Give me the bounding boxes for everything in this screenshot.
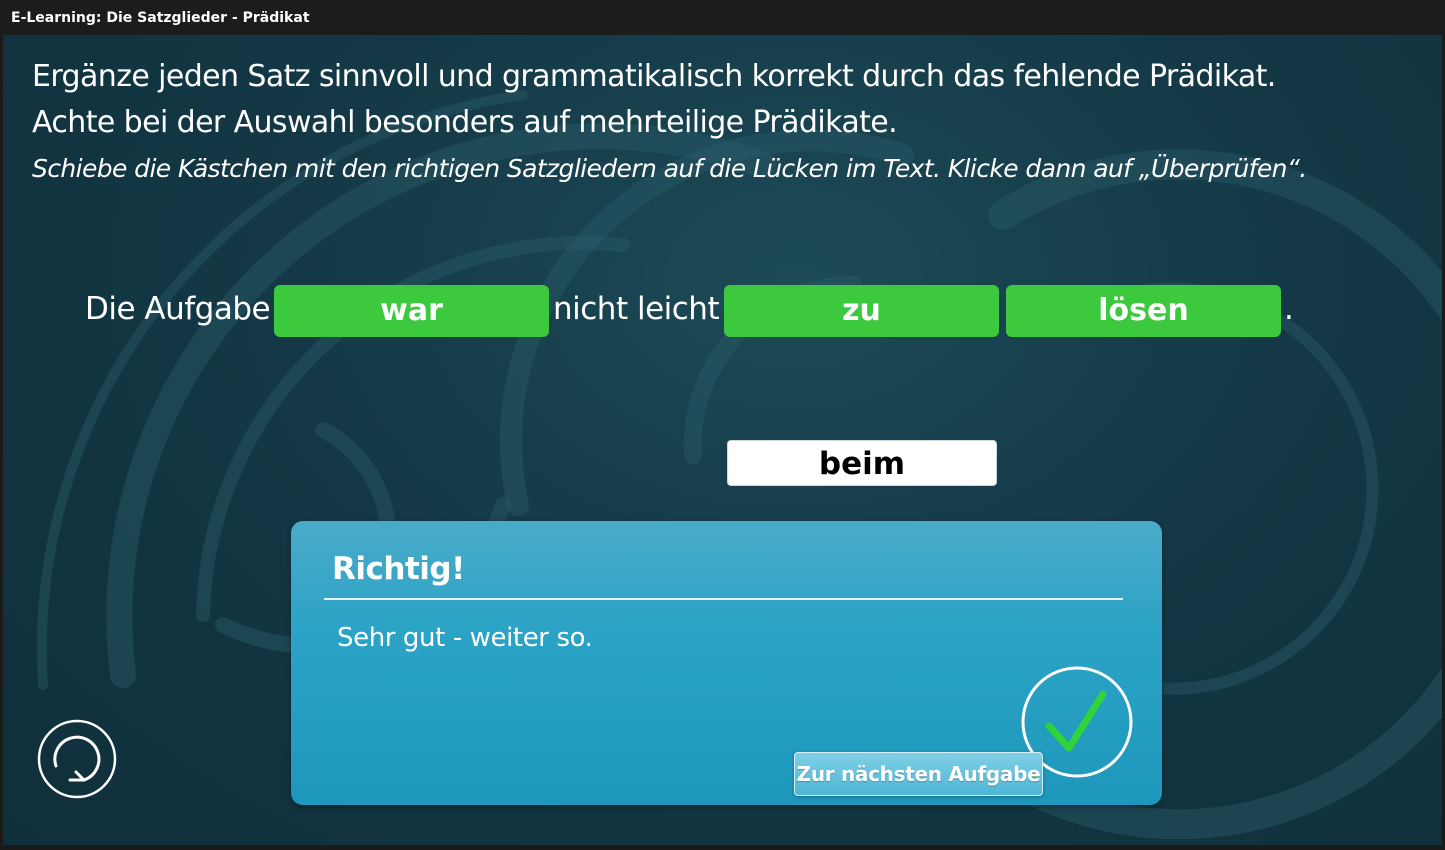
feedback-title: Richtig!: [332, 551, 465, 587]
instruction-hint: Schiebe die Kästchen mit den richtigen S…: [32, 154, 1307, 183]
answer-slot-3[interactable]: lösen: [1006, 285, 1281, 337]
sentence-part-2: nicht leicht: [553, 291, 720, 327]
window-titlebar: E-Learning: Die Satzglieder - Prädikat: [0, 0, 1445, 35]
reset-icon[interactable]: [36, 718, 118, 800]
sentence-part-1: Die Aufgabe: [85, 291, 271, 327]
instruction-line-1: Ergänze jeden Satz sinnvoll und grammati…: [32, 59, 1276, 94]
sentence-end-period: .: [1284, 291, 1294, 327]
answer-slot-2[interactable]: zu: [724, 285, 999, 337]
next-exercise-button[interactable]: Zur nächsten Aufgabe: [794, 752, 1043, 796]
feedback-divider: [324, 598, 1123, 600]
feedback-message: Sehr gut - weiter so.: [337, 623, 593, 653]
answer-slot-1[interactable]: war: [274, 285, 549, 337]
exercise-stage: Ergänze jeden Satz sinnvoll und grammati…: [3, 35, 1442, 845]
feedback-panel: Richtig! Sehr gut - weiter so. Zur nächs…: [291, 521, 1162, 805]
draggable-word-chip[interactable]: beim: [727, 440, 997, 486]
instruction-line-2: Achte bei der Auswahl besonders auf mehr…: [32, 105, 898, 140]
window-title: E-Learning: Die Satzglieder - Prädikat: [11, 10, 310, 26]
